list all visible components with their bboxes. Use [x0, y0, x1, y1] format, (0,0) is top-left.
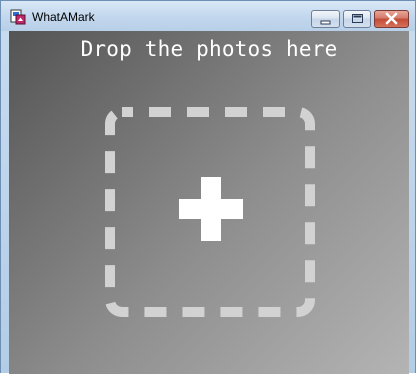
close-button[interactable] — [374, 10, 409, 28]
minimize-button[interactable] — [311, 10, 340, 28]
window-title: WhatAMark — [32, 10, 95, 24]
close-icon — [385, 12, 398, 25]
app-window: WhatAMark Drop the photos here — [0, 0, 416, 374]
plus-icon — [179, 177, 243, 241]
whatamark-app-icon — [10, 9, 26, 25]
maximize-button[interactable] — [343, 10, 371, 28]
maximize-icon — [352, 14, 363, 23]
drop-zone[interactable] — [105, 107, 315, 317]
minimize-icon — [320, 20, 331, 25]
title-bar[interactable]: WhatAMark — [1, 1, 415, 31]
drop-area[interactable]: Drop the photos here — [9, 31, 409, 374]
drop-instruction-text: Drop the photos here — [80, 37, 338, 61]
